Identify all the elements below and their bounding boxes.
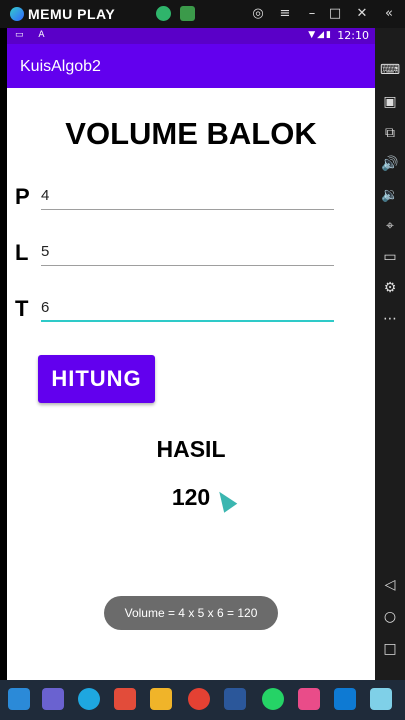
memu-logo-icon <box>10 7 24 21</box>
settings-icon[interactable]: ⚙ <box>375 276 405 300</box>
folder-icon[interactable]: ▭ <box>375 245 405 269</box>
input-l[interactable] <box>41 240 334 266</box>
app-bar: KuisAlgob2 <box>7 44 375 88</box>
edge-icon[interactable] <box>78 688 100 710</box>
start-icon[interactable] <box>8 688 30 710</box>
input-t[interactable] <box>41 296 334 322</box>
word-icon[interactable] <box>224 688 246 710</box>
input-p[interactable] <box>41 184 334 210</box>
teams-icon[interactable] <box>42 688 64 710</box>
figma-icon[interactable] <box>114 688 136 710</box>
status-bar: ▭ A ▼◢▮ 12:10 <box>7 28 375 44</box>
label-l: L <box>15 240 29 265</box>
app-title: KuisAlgob2 <box>20 58 101 75</box>
file-explorer-icon[interactable] <box>150 688 172 710</box>
screenshot-icon[interactable]: ⧉ <box>375 121 405 145</box>
apk-icon[interactable]: ▣ <box>375 90 405 114</box>
label-t: T <box>15 296 29 321</box>
phone-screen: ▭ A ▼◢▮ 12:10 KuisAlgob2 VOLUME BALOK P … <box>7 28 375 680</box>
result-label: HASIL <box>156 436 226 462</box>
close-icon[interactable]: ✕ <box>353 4 371 24</box>
status-time: 12:10 <box>337 29 369 42</box>
jetbrains-icon[interactable] <box>298 688 320 710</box>
page-title: VOLUME BALOK <box>65 116 317 151</box>
result-value: 120 <box>171 484 211 510</box>
back-icon[interactable]: ◁ <box>375 573 405 597</box>
minimize-icon[interactable]: – <box>303 4 321 24</box>
emulator-logo-text: MEMU PLAY <box>28 6 116 22</box>
app-tab-icon[interactable] <box>156 6 171 21</box>
toast-message: Volume = 4 x 5 x 6 = 120 <box>104 596 278 630</box>
home-icon[interactable]: ○ <box>375 605 405 629</box>
chrome-icon[interactable] <box>188 688 210 710</box>
emulator-sidebar: ⌨ ▣ ⧉ 🔊 🔉 ⌖ ▭ ⚙ ⋯ ◁ ○ □ <box>375 28 405 680</box>
label-p: P <box>15 184 30 209</box>
emulator-logo: MEMU PLAY <box>10 6 115 22</box>
whatsapp-icon[interactable] <box>262 688 284 710</box>
app-tab-active-icon[interactable] <box>180 6 195 21</box>
vscode-icon[interactable] <box>334 688 356 710</box>
memu-taskbar-icon[interactable] <box>370 688 392 710</box>
volume-down-icon[interactable]: 🔉 <box>375 183 405 207</box>
collapse-icon[interactable]: « <box>380 4 398 24</box>
keyboard-icon[interactable]: ⌨ <box>375 58 405 82</box>
volume-up-icon[interactable]: 🔊 <box>375 152 405 176</box>
notification-icons: ▭ A <box>15 30 51 40</box>
windows-taskbar <box>0 680 405 720</box>
location-icon[interactable]: ⌖ <box>375 214 405 238</box>
menu-icon[interactable]: ≡ <box>276 4 294 24</box>
maximize-icon[interactable]: □ <box>326 4 344 24</box>
recents-icon[interactable]: □ <box>375 637 405 661</box>
hitung-button[interactable]: HITUNG <box>38 355 155 403</box>
more-icon[interactable]: ⋯ <box>375 307 405 331</box>
account-icon[interactable]: ◎ <box>249 4 267 24</box>
emulator-title-bar: MEMU PLAY ◎ ≡ – □ ✕ « <box>0 0 405 28</box>
signal-battery-icons: ▼◢▮ <box>308 30 333 40</box>
